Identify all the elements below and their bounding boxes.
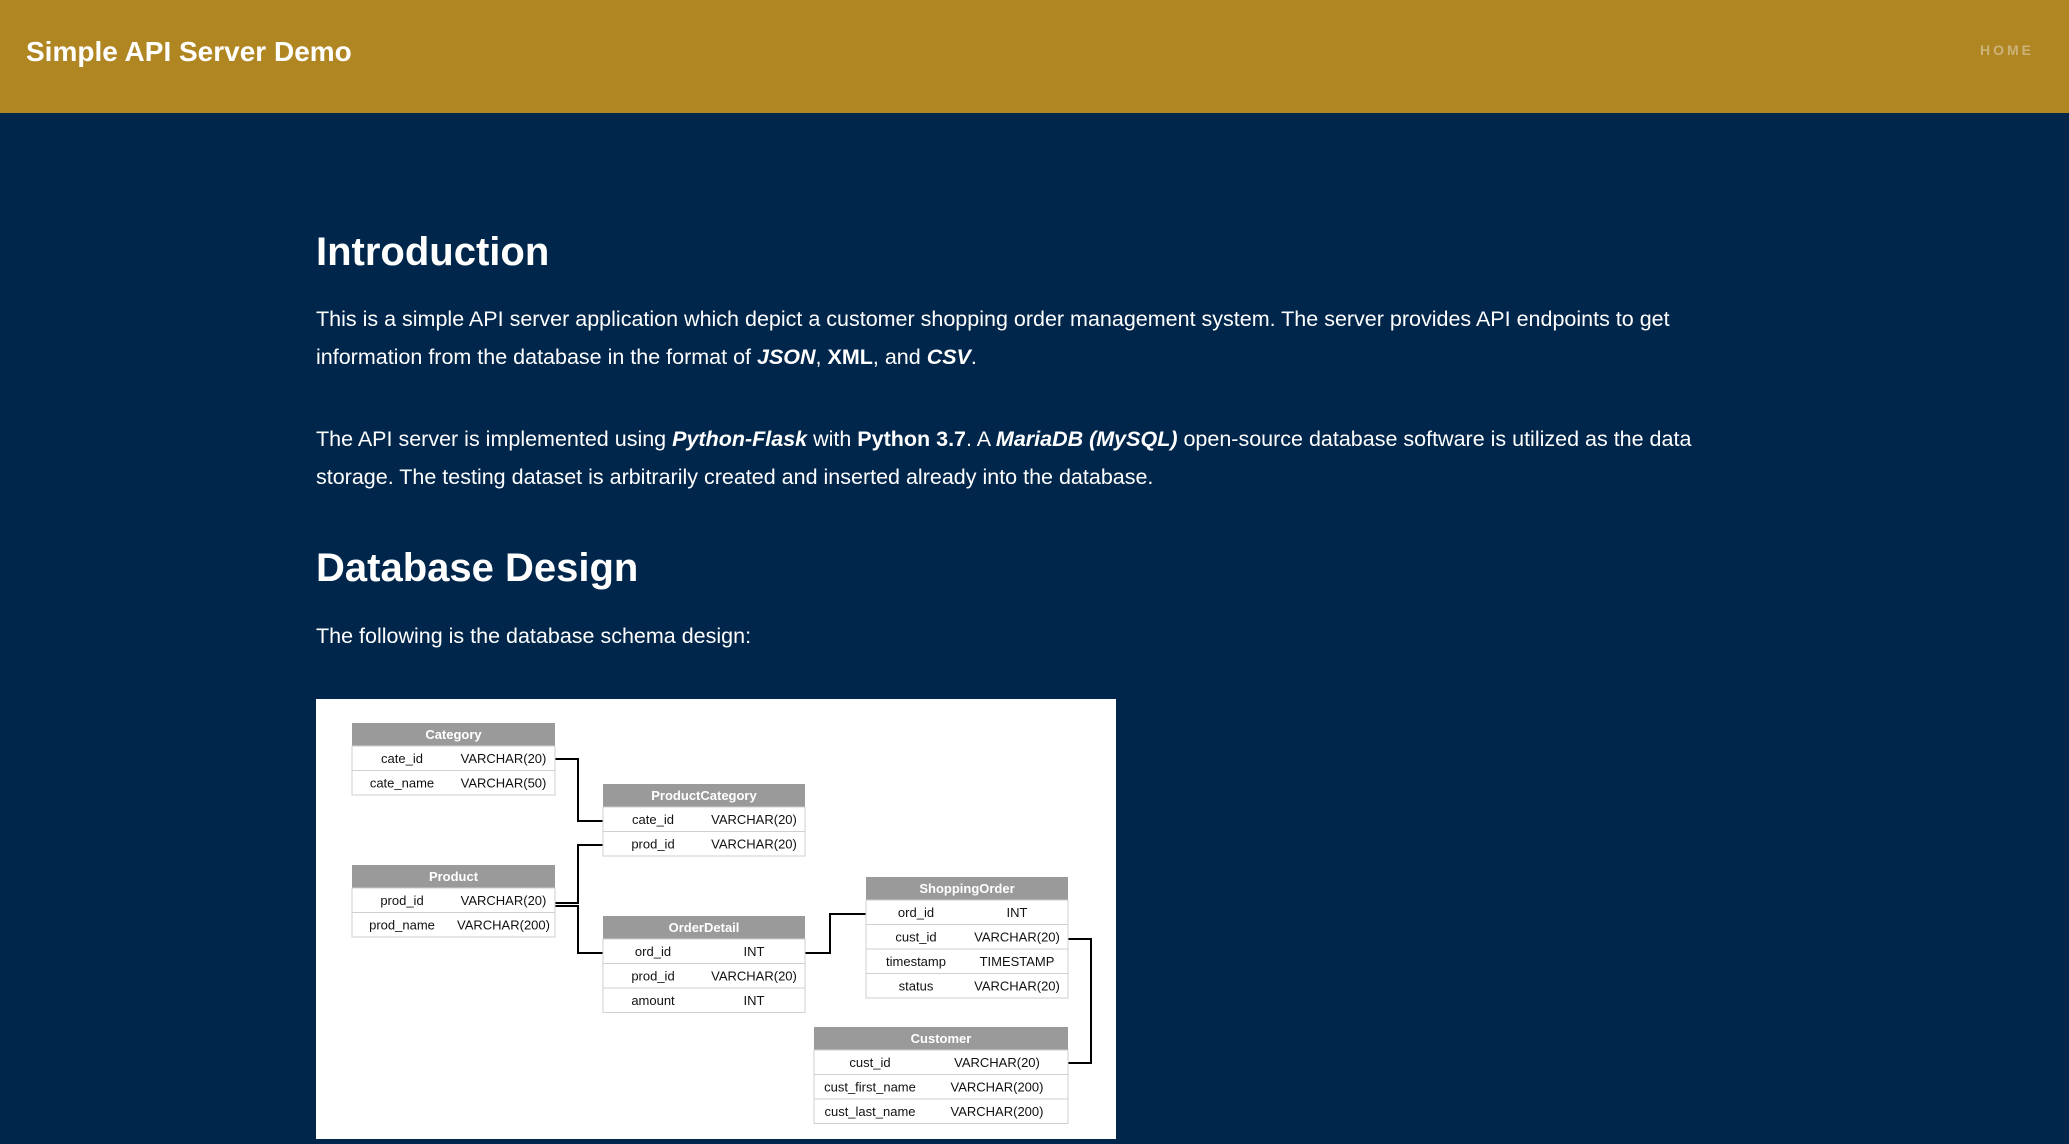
column-type: VARCHAR(200)	[457, 918, 550, 933]
intro-p2-text-3: . A	[966, 427, 996, 451]
column-name: ord_id	[898, 905, 934, 920]
column-name: amount	[631, 993, 675, 1008]
csv-format: CSV	[926, 345, 971, 369]
column-type: VARCHAR(20)	[461, 751, 547, 766]
column-type: INT	[744, 993, 765, 1008]
column-name: prod_name	[369, 918, 435, 933]
database-schema-diagram: Category cate_id VARCHAR(20) cate_name VARCH…	[316, 699, 1116, 1139]
column-type: VARCHAR(20)	[711, 812, 797, 827]
intro-p1-end: .	[970, 345, 977, 369]
column-name: cate_name	[370, 776, 434, 791]
table-product: Product prod_id VARCHAR(20) prod_name VARCHA…	[351, 865, 556, 938]
table-shoppingorder: ShoppingOrder ord_id INT cust_id VARCHAR(20)…	[865, 877, 1069, 999]
python-version-term: Python 3.7	[857, 427, 967, 451]
column-name: cust_id	[849, 1055, 890, 1070]
column-name: status	[899, 979, 934, 994]
column-type: VARCHAR(20)	[461, 893, 547, 908]
intro-paragraph-2: The API server is implemented using Pyth…	[316, 420, 1756, 496]
connector-orderdetail-shoppingorder	[805, 913, 866, 954]
intro-p1-text: This is a simple API server application …	[316, 307, 1670, 369]
table-customer: Customer cust_id VARCHAR(20) cust_first_nam…	[813, 1027, 1069, 1124]
schema-tables: Categorycate_id VARCHAR(20)cate_name VARCH…	[351, 723, 1069, 1124]
connector-product-orderdetail	[555, 905, 603, 954]
column-type: VARCHAR(20)	[954, 1055, 1040, 1070]
column-type: INT	[1007, 905, 1028, 920]
column-type: VARCHAR(50)	[461, 776, 547, 791]
table-title: Customer	[911, 1031, 972, 1046]
column-name: cate_id	[632, 812, 674, 827]
column-name: timestamp	[886, 954, 946, 969]
table-title: Product	[429, 869, 479, 884]
column-type: VARCHAR(20)	[711, 837, 797, 852]
column-type: TIMESTAMP	[980, 954, 1055, 969]
column-type: INT	[744, 944, 765, 959]
column-name: cate_id	[381, 751, 423, 766]
intro-p1-sep2: , and	[872, 345, 927, 369]
json-format: JSON	[756, 345, 816, 369]
table-productcategory: ProductCategory cate_id VARCHAR(20) prod_id…	[602, 784, 806, 857]
column-type: VARCHAR(200)	[951, 1080, 1044, 1095]
python-flask-term: Python-Flask	[672, 427, 808, 451]
table-title: OrderDetail	[669, 920, 740, 935]
connector-product-productcategory	[555, 844, 603, 904]
intro-heading: Introduction	[316, 230, 550, 274]
column-name: prod_id	[631, 837, 674, 852]
table-title: ShoppingOrder	[919, 881, 1014, 896]
column-name: cust_last_name	[824, 1104, 915, 1119]
database-design-heading: Database Design	[316, 546, 639, 590]
table-row	[865, 899, 1069, 925]
table-category: Categorycate_id VARCHAR(20) cate_name VARCH…	[351, 723, 556, 796]
column-name: ord_id	[635, 944, 671, 959]
mariadb-term: MariaDB (MySQL)	[995, 427, 1178, 451]
intro-p2-text-2: with	[807, 427, 858, 451]
intro-p2-text-1: The API server is implemented using	[316, 427, 673, 451]
nav-home-link[interactable]: HOME	[1980, 42, 2034, 58]
connector-category-productcategory	[555, 758, 603, 822]
table-row	[602, 938, 806, 964]
intro-p1-sep1: ,	[815, 345, 828, 369]
top-navbar: Simple API Server Demo HOME	[0, 0, 2069, 113]
intro-paragraph-1: This is a simple API server application …	[316, 300, 1756, 376]
column-type: VARCHAR(20)	[974, 930, 1060, 945]
xml-format: XML	[827, 345, 873, 369]
brand-link[interactable]: Simple API Server Demo	[26, 36, 352, 68]
column-name: prod_id	[380, 893, 423, 908]
table-title: Category	[425, 727, 482, 742]
schema-svg: Categorycate_id VARCHAR(20)cate_name VARCH…	[351, 723, 1092, 1124]
column-type: VARCHAR(20)	[974, 979, 1060, 994]
connector-shoppingorder-customer	[1068, 938, 1092, 1064]
column-name: cust_first_name	[824, 1080, 916, 1095]
table-title: ProductCategory	[651, 788, 757, 803]
column-name: cust_id	[895, 930, 936, 945]
column-type: VARCHAR(20)	[711, 969, 797, 984]
table-orderdetail: OrderDetail ord_id INT prod_id VARCHAR(20) am…	[602, 916, 806, 1013]
column-name: prod_id	[631, 969, 674, 984]
column-type: VARCHAR(200)	[951, 1104, 1044, 1119]
database-design-lead: The following is the database schema des…	[316, 624, 752, 648]
